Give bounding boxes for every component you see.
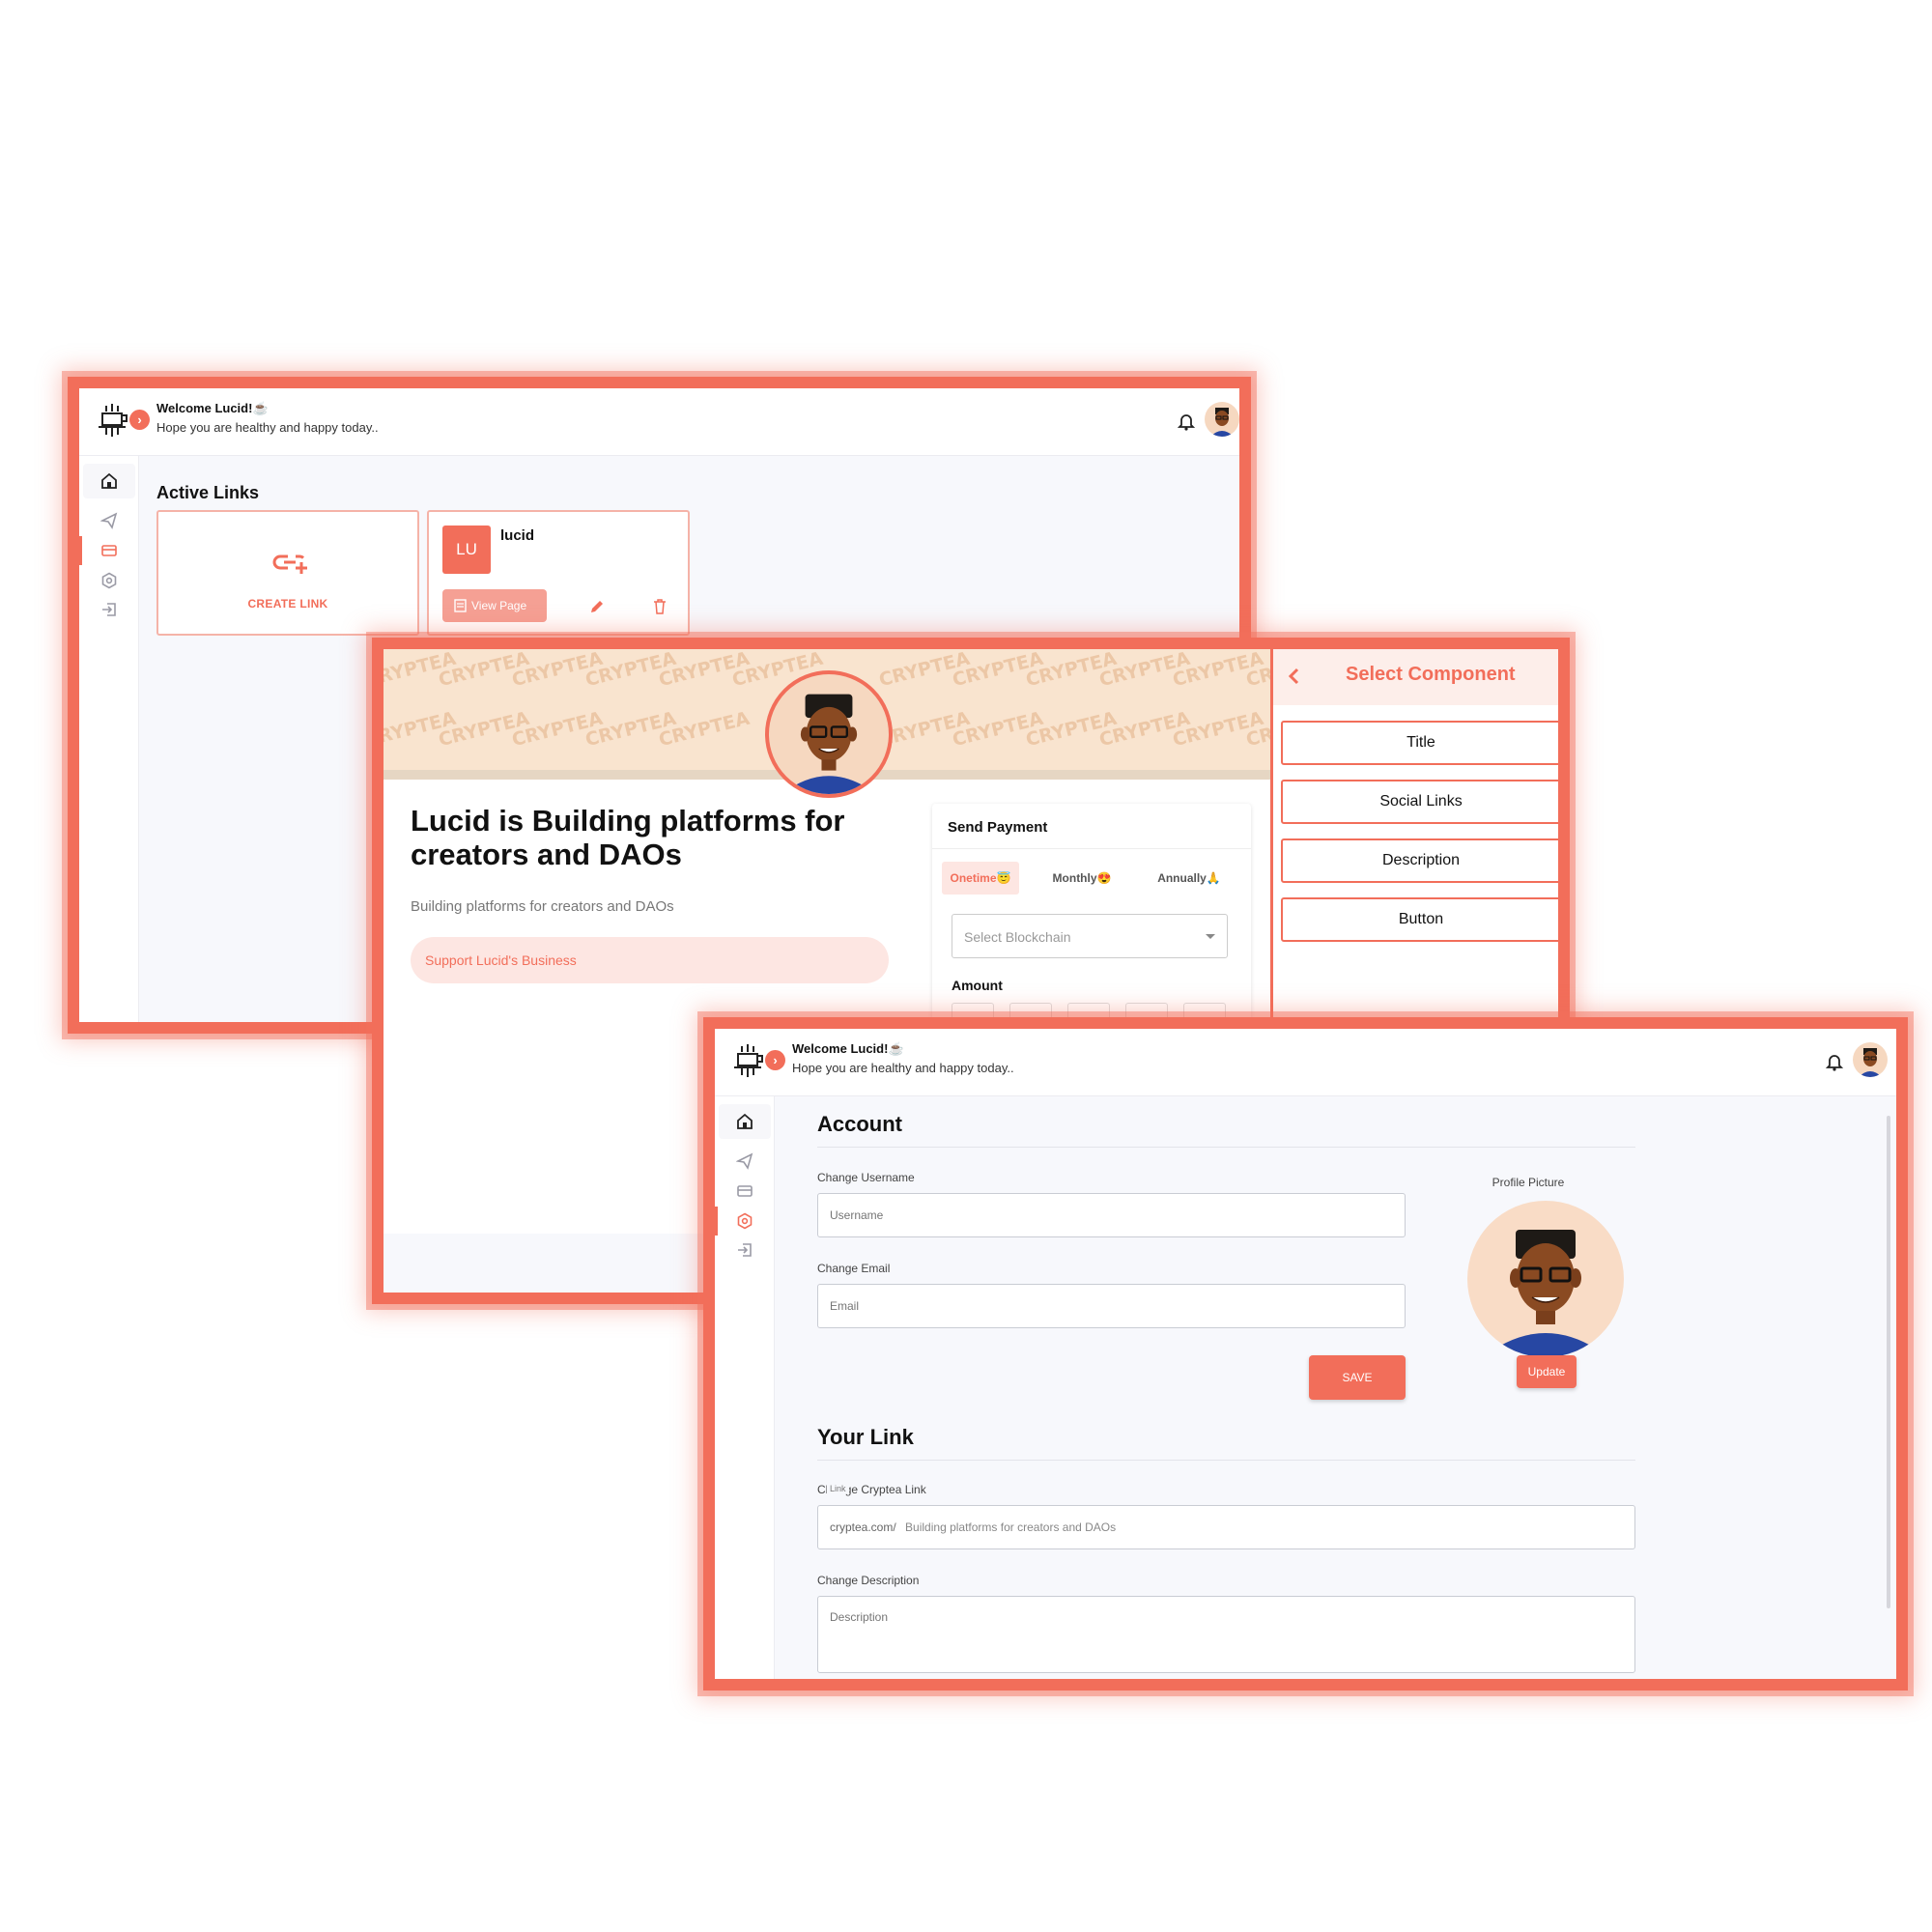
trash-icon[interactable]	[653, 599, 667, 614]
profile-picture-label: Profile Picture	[1492, 1176, 1565, 1189]
component-panel-header: Select Component	[1273, 649, 1558, 705]
create-link-label: CREATE LINK	[247, 597, 328, 611]
your-link-title: Your Link	[817, 1425, 914, 1449]
tab-onetime[interactable]: Onetime😇	[942, 862, 1019, 895]
home-icon[interactable]	[100, 472, 118, 490]
home-icon[interactable]	[736, 1113, 753, 1130]
expand-sidebar-button[interactable]: ›	[765, 1050, 785, 1070]
sidebar	[79, 456, 139, 1022]
send-icon[interactable]	[736, 1152, 753, 1170]
sidebar-active-indicator	[715, 1207, 718, 1236]
profile-picture	[1467, 1201, 1624, 1357]
tab-monthly[interactable]: Monthly😍	[1038, 862, 1125, 895]
description-textarea[interactable]	[817, 1596, 1635, 1673]
avatar-illustration	[1483, 1230, 1608, 1357]
view-page-button[interactable]: View Page	[442, 589, 547, 622]
welcome-subtitle: Hope you are healthy and happy today..	[156, 420, 379, 435]
bell-icon[interactable]	[1178, 412, 1195, 431]
logout-icon[interactable]	[736, 1241, 753, 1259]
bell-icon[interactable]	[1826, 1052, 1843, 1071]
welcome-text: Welcome Lucid!☕	[792, 1041, 904, 1056]
link-value: Building platforms for creators and DAOs	[905, 1520, 1117, 1534]
component-button-button[interactable]: Button	[1281, 897, 1558, 942]
avatar-illustration	[1859, 1048, 1882, 1077]
link-name: lucid	[500, 527, 535, 544]
settings-icon[interactable]	[100, 572, 118, 589]
cryptea-logo-icon	[734, 1044, 763, 1077]
component-social-links-button[interactable]: Social Links	[1281, 780, 1558, 824]
component-title-button[interactable]: Title	[1281, 721, 1558, 765]
blockchain-select-placeholder: Select Blockchain	[964, 929, 1071, 945]
welcome-text: Welcome Lucid!☕	[156, 401, 269, 415]
update-picture-button[interactable]: Update	[1517, 1355, 1577, 1388]
support-button[interactable]: Support Lucid's Business	[411, 937, 889, 983]
description-label: Change Description	[817, 1574, 920, 1587]
divider	[817, 1460, 1635, 1461]
link-field-legend: Link	[827, 1484, 849, 1493]
logout-icon[interactable]	[100, 601, 118, 618]
welcome-subtitle: Hope you are healthy and happy today..	[792, 1061, 1014, 1075]
add-link-icon	[272, 554, 307, 574]
page-description[interactable]: Building platforms for creators and DAOs	[411, 898, 674, 915]
page-icon	[454, 599, 467, 612]
active-links-title: Active Links	[156, 483, 260, 502]
card-icon[interactable]	[736, 1182, 753, 1200]
account-settings-window: › Welcome Lucid!☕ Hope you are healthy a…	[703, 1017, 1908, 1690]
cryptea-link-input[interactable]: cryptea.com/ Building platforms for crea…	[817, 1505, 1635, 1549]
avatar-illustration	[1210, 408, 1234, 437]
link-initials-badge: LU	[442, 526, 491, 574]
chevron-down-icon	[1206, 934, 1215, 939]
save-button[interactable]: SAVE	[1309, 1355, 1406, 1400]
link-prefix: cryptea.com/	[830, 1520, 896, 1534]
top-bar: › Welcome Lucid!☕ Hope you are healthy a…	[715, 1029, 1896, 1096]
tab-annually[interactable]: Annually🙏	[1141, 862, 1237, 895]
component-description-button[interactable]: Description	[1281, 838, 1558, 883]
send-payment-title: Send Payment	[948, 819, 1048, 836]
settings-icon[interactable]	[736, 1212, 753, 1230]
cryptea-logo-icon	[99, 404, 128, 437]
account-title: Account	[817, 1112, 902, 1136]
username-input[interactable]	[817, 1193, 1406, 1237]
link-card: LU lucid View Page	[427, 510, 690, 636]
page-title[interactable]: Lucid is Building platforms for creators…	[411, 804, 855, 871]
view-page-label: View Page	[471, 599, 527, 612]
chevron-left-icon[interactable]	[1287, 667, 1300, 686]
sidebar-active-indicator	[79, 536, 82, 565]
avatar-illustration	[781, 694, 876, 794]
divider	[817, 1147, 1635, 1148]
user-avatar[interactable]	[1205, 402, 1239, 437]
card-icon[interactable]	[100, 542, 118, 559]
username-label: Change Username	[817, 1171, 915, 1184]
blockchain-select[interactable]: Select Blockchain	[952, 914, 1228, 958]
send-icon[interactable]	[100, 512, 118, 529]
email-input[interactable]	[817, 1284, 1406, 1328]
divider	[932, 848, 1251, 849]
user-avatar[interactable]	[1853, 1042, 1888, 1077]
expand-sidebar-button[interactable]: ›	[129, 410, 150, 430]
page-avatar	[765, 670, 893, 798]
edit-icon[interactable]	[589, 599, 605, 614]
stage: › Welcome Lucid!☕ Hope you are healthy a…	[0, 0, 1932, 1932]
sidebar	[715, 1096, 775, 1679]
amount-label: Amount	[952, 978, 1003, 993]
create-link-card[interactable]: CREATE LINK	[156, 510, 419, 636]
component-panel-title: Select Component	[1346, 664, 1516, 685]
email-label: Change Email	[817, 1262, 891, 1275]
top-bar: › Welcome Lucid!☕ Hope you are healthy a…	[79, 388, 1239, 456]
settings-content: Account Change Username Change Email SAV…	[775, 1096, 1896, 1679]
scrollbar[interactable]	[1887, 1116, 1890, 1608]
